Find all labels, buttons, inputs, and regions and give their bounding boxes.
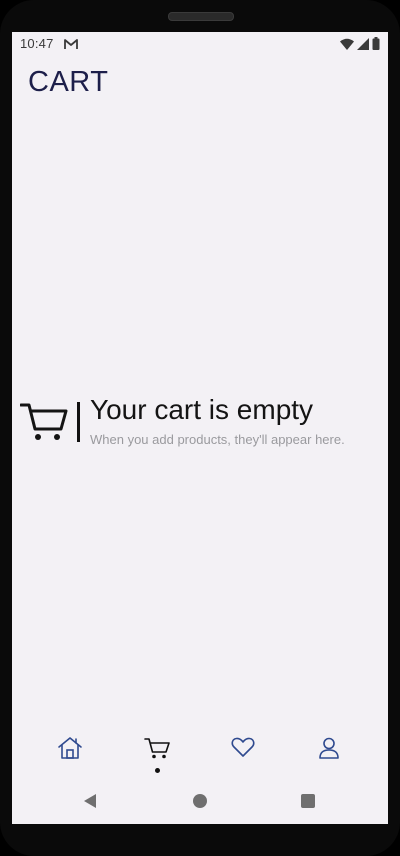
active-indicator-dot (155, 768, 160, 773)
system-navigation-bar (12, 784, 388, 820)
app-screen: 10:47 CART Your cart is empty When you a… (12, 32, 388, 824)
nav-item-cart[interactable] (137, 736, 177, 776)
nav-item-home[interactable] (50, 736, 90, 776)
signal-icon (357, 37, 369, 50)
status-icons (340, 37, 380, 50)
empty-cart-state: Your cart is empty When you add products… (20, 392, 380, 452)
nav-item-favorites[interactable] (223, 736, 263, 776)
recents-icon[interactable] (301, 794, 315, 808)
cart-icon (20, 403, 68, 440)
nav-item-profile[interactable] (309, 736, 349, 776)
earpiece-speaker (168, 12, 234, 21)
home-circle-icon[interactable] (193, 794, 207, 808)
empty-cart-title: Your cart is empty (90, 394, 314, 425)
empty-state-divider (77, 402, 80, 442)
gmail-icon (64, 39, 78, 49)
battery-icon (372, 37, 380, 50)
person-icon (319, 737, 339, 759)
cart-icon (144, 738, 170, 759)
wifi-icon (340, 38, 354, 50)
heart-icon (231, 737, 255, 757)
phone-frame: 10:47 CART Your cart is empty When you a… (0, 0, 400, 856)
status-time: 10:47 (20, 36, 54, 51)
bottom-navigation (12, 732, 388, 780)
home-icon (58, 737, 82, 759)
empty-cart-subtitle: When you add products, they'll appear he… (90, 432, 345, 447)
status-bar: 10:47 (12, 32, 388, 56)
back-icon[interactable] (84, 794, 96, 808)
page-title: CART (28, 66, 109, 98)
